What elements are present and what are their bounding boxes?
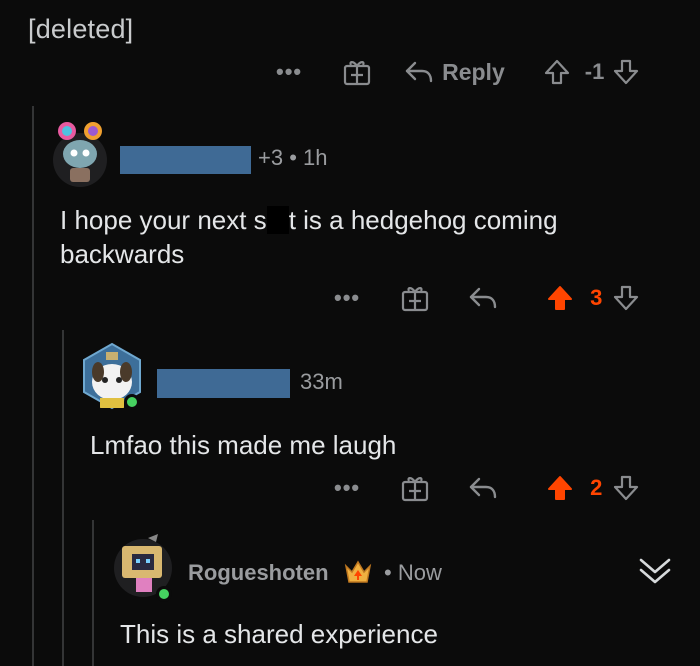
comment-action-bar: ••• 2 — [334, 470, 640, 506]
redacted-username — [157, 369, 290, 398]
downvote-icon[interactable] — [612, 58, 640, 86]
thread-line-level2[interactable] — [62, 330, 64, 666]
upvote-icon[interactable] — [546, 474, 574, 502]
vote-score: 3 — [590, 285, 603, 310]
comment-body: Lmfao this made me laugh — [90, 430, 397, 460]
reply-icon[interactable] — [404, 59, 434, 85]
more-options-button[interactable]: ••• — [334, 475, 360, 501]
comment-text-part: t is a hedgehog coming — [288, 205, 558, 235]
comment-text-part: I hope your next s — [60, 205, 267, 235]
username-link[interactable]: Rogueshoten — [188, 560, 329, 586]
snoo-avatar-icon — [53, 122, 107, 187]
downvote-icon[interactable] — [612, 284, 640, 312]
more-options-button[interactable]: ••• — [334, 285, 360, 311]
avatar[interactable] — [52, 118, 108, 188]
thread-line-level1[interactable] — [32, 106, 34, 666]
reply-icon[interactable] — [468, 285, 498, 311]
comment-action-bar: ••• 3 — [334, 280, 640, 316]
censor-block — [266, 206, 289, 234]
vote-score: 2 — [590, 475, 603, 500]
vote-score: -1 — [584, 59, 605, 84]
upvote-icon[interactable] — [543, 58, 571, 86]
comment-meta: +3 • 1h — [258, 145, 328, 170]
comment-body: I hope your next s t is a hedgehog coming… — [60, 203, 558, 271]
downvote-icon[interactable] — [612, 474, 640, 502]
upvote-icon[interactable] — [546, 284, 574, 312]
parent-action-bar: ••• Reply -1 — [276, 54, 640, 90]
award-icon[interactable] — [400, 473, 430, 503]
collapse-chevron-icon[interactable] — [638, 556, 672, 586]
reply-icon[interactable] — [468, 475, 498, 501]
online-status-icon — [124, 394, 140, 410]
deleted-author: [deleted] — [28, 14, 134, 44]
comment-meta: 33m — [300, 369, 343, 394]
award-icon[interactable] — [342, 57, 372, 87]
thread-line-level3[interactable] — [92, 520, 94, 666]
online-status-icon — [156, 586, 172, 602]
reply-button[interactable]: Reply — [442, 59, 505, 86]
redacted-username — [120, 146, 251, 174]
comment-text-line: backwards — [60, 239, 185, 269]
award-icon[interactable] — [400, 283, 430, 313]
comment-body: This is a shared experience — [120, 619, 438, 649]
comment-meta: • Now — [384, 560, 442, 585]
trophy-flair-icon — [342, 556, 374, 588]
more-options-button[interactable]: ••• — [276, 59, 302, 85]
